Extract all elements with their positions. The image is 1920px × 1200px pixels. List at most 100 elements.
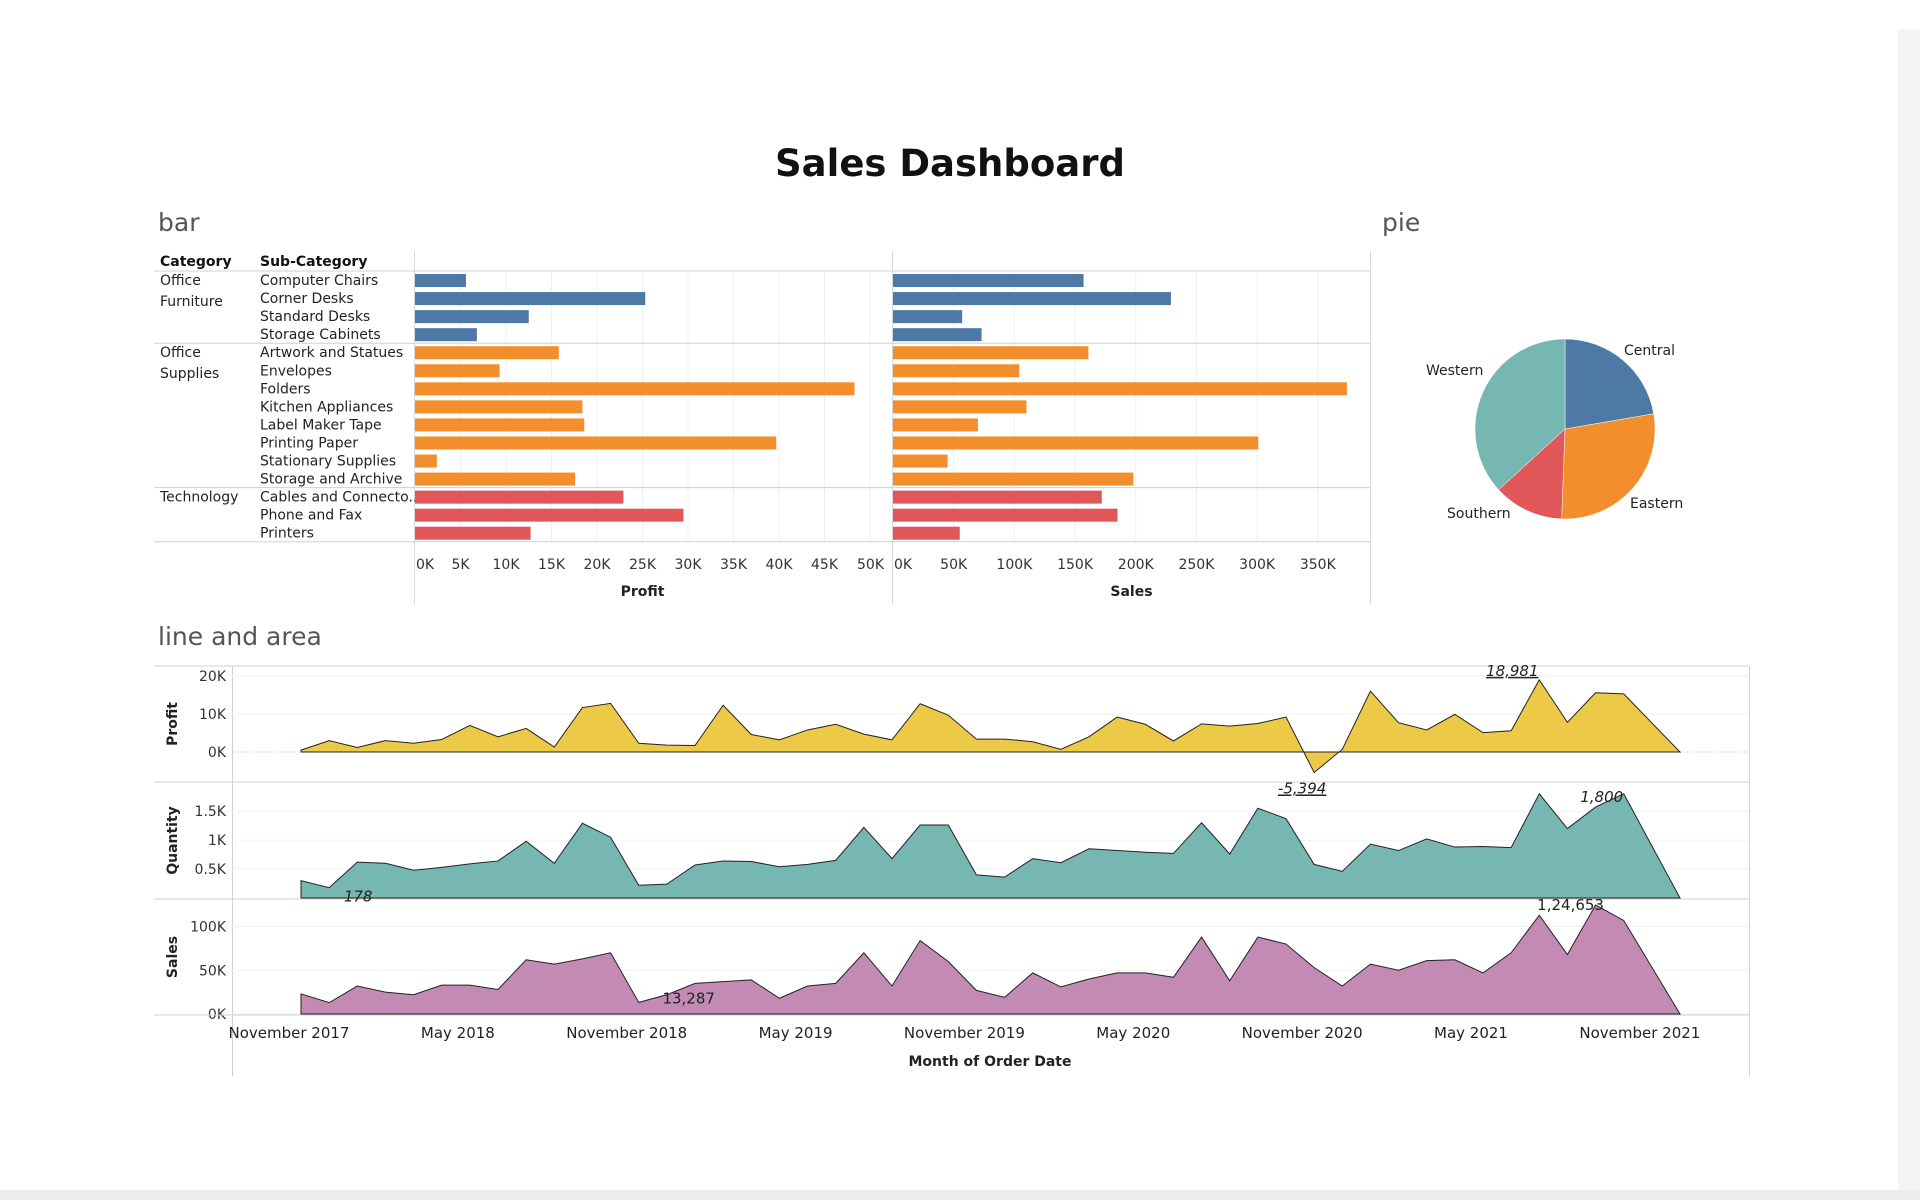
pie-label: Central [1624, 343, 1675, 359]
x-tick-label: 300K [1239, 557, 1276, 573]
bar-profit [415, 328, 477, 342]
x-tick-label: 350K [1300, 557, 1337, 573]
x-tick-label: 35K [720, 557, 748, 573]
x-tick-label: May 2020 [1096, 1024, 1170, 1042]
x-tick-label: November 2020 [1242, 1024, 1363, 1042]
bar-sales [893, 364, 1020, 378]
bar-profit [415, 364, 500, 378]
x-tick-label: 0K [894, 557, 913, 573]
x-tick-label: 5K [451, 557, 470, 573]
bar-sales [893, 274, 1084, 288]
status-bar [0, 1190, 1920, 1200]
data-annotation: 1,24,653 [1537, 896, 1604, 914]
pie-label: Western [1426, 363, 1483, 379]
pie-slice [1561, 413, 1656, 520]
bar-profit [415, 490, 624, 504]
y-tick-label: 0.5K [195, 862, 227, 878]
subcategory-label: Envelopes [260, 363, 332, 379]
line-area-sheet-title: line and area [158, 622, 322, 651]
bar-profit [415, 508, 684, 522]
bar-sales [893, 418, 978, 432]
y-tick-label: 100K [190, 920, 227, 936]
pie-label: Southern [1447, 506, 1511, 522]
bar-profit [415, 454, 437, 468]
bar-sales [893, 310, 963, 324]
x-tick-label: 150K [1057, 557, 1094, 573]
subcategory-label: Artwork and Statues [260, 345, 403, 361]
subcategory-header: Sub-Category [260, 254, 367, 270]
bar-profit [415, 292, 646, 306]
bar-sales [893, 526, 960, 540]
x-tick-label: 10K [493, 557, 521, 573]
subcategory-label: Stationary Supplies [260, 454, 396, 470]
data-annotation: 18,981 [1486, 662, 1539, 680]
bar-profit [415, 346, 559, 360]
x-tick-label: November 2019 [904, 1024, 1025, 1042]
x-tick-label: November 2018 [566, 1024, 687, 1042]
subcategory-label: Standard Desks [260, 309, 370, 325]
category-label: Office [160, 273, 201, 289]
x-axis-title: Profit [621, 584, 665, 600]
y-tick-label: 50K [199, 963, 227, 979]
subcategory-label: Folders [260, 381, 311, 397]
category-label: Furniture [160, 294, 223, 310]
bar-sales [893, 346, 1089, 360]
vertical-scrollbar[interactable] [1898, 30, 1920, 1190]
category-label: Supplies [160, 366, 219, 382]
x-axis-title: Month of Order Date [909, 1054, 1072, 1070]
data-annotation: -5,394 [1278, 779, 1326, 797]
x-tick-label: 30K [675, 557, 703, 573]
bar-sales [893, 508, 1118, 522]
dashboard-title: Sales Dashboard [775, 142, 1125, 185]
subcategory-label: Printing Paper [260, 435, 358, 451]
data-annotation: 1,800 [1580, 788, 1623, 806]
y-tick-label: 10K [199, 707, 227, 723]
x-tick-label: 50K [857, 557, 885, 573]
x-axis-title: Sales [1110, 584, 1152, 600]
bar-profit [415, 382, 855, 396]
y-tick-label: 0K [208, 1007, 227, 1023]
bar-sales [893, 436, 1259, 450]
subcategory-label: Corner Desks [260, 291, 354, 307]
subcategory-label: Storage Cabinets [260, 327, 381, 343]
x-tick-label: May 2018 [421, 1024, 495, 1042]
x-tick-label: November 2017 [229, 1024, 350, 1042]
subcategory-label: Label Maker Tape [260, 417, 382, 433]
y-tick-label: 1K [208, 833, 227, 849]
y-axis-title: Sales [165, 936, 181, 978]
x-tick-label: 25K [629, 557, 657, 573]
area-quantity [300, 792, 1681, 899]
x-tick-label: 0K [416, 557, 435, 573]
y-axis-title: Profit [165, 702, 181, 746]
pie-label: Eastern [1630, 496, 1683, 512]
x-tick-label: May 2019 [759, 1024, 833, 1042]
bar-sales [893, 400, 1027, 414]
category-label: Technology [159, 490, 238, 506]
bar-profit [415, 274, 466, 288]
x-tick-label: 20K [584, 557, 612, 573]
bar-sales [893, 292, 1171, 306]
bar-profit [415, 526, 531, 540]
bar-sales [893, 382, 1347, 396]
bar-profit [415, 472, 576, 486]
area-profit [300, 678, 1682, 774]
bar-profit [415, 400, 583, 414]
category-label: Office [160, 345, 201, 361]
bar-sales [893, 472, 1134, 486]
x-tick-label: 45K [811, 557, 839, 573]
pie-slice [1564, 338, 1654, 430]
y-axis-title: Quantity [165, 806, 181, 875]
data-annotation: 13,287 [662, 989, 715, 1007]
x-tick-label: May 2021 [1434, 1024, 1508, 1042]
area-sales [300, 904, 1681, 1015]
pie-slice [1498, 428, 1566, 520]
pie-slice [1474, 338, 1566, 491]
y-tick-label: 1.5K [195, 804, 227, 820]
bar-sales [893, 490, 1102, 504]
bar-sheet-title: bar [158, 208, 200, 237]
bar-profit [415, 436, 777, 450]
x-tick-label: 15K [538, 557, 566, 573]
bar-sales [893, 454, 948, 468]
category-header: Category [160, 254, 232, 270]
bar-sales [893, 328, 982, 342]
